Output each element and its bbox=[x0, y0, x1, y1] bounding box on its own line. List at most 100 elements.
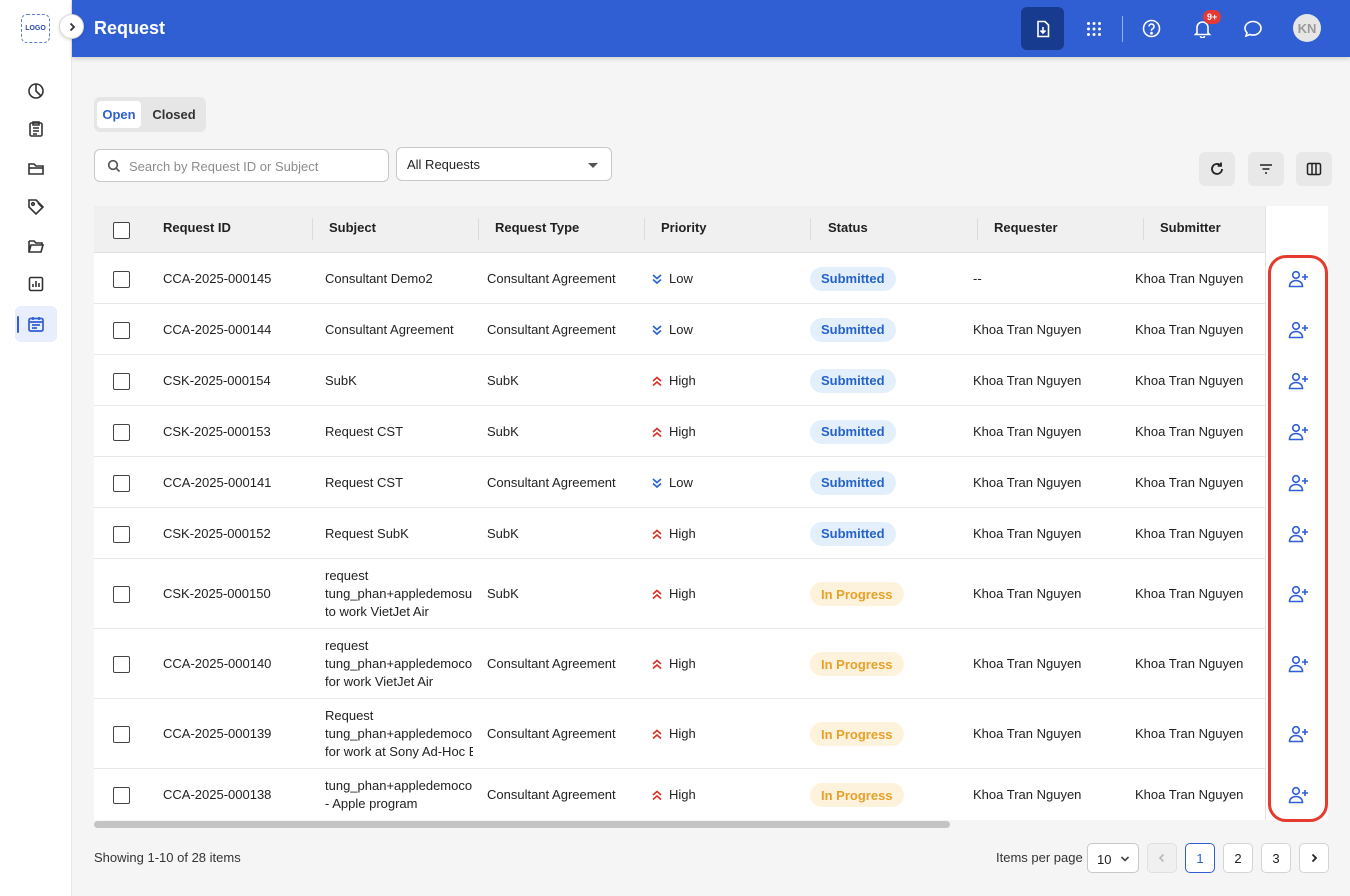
sidebar-item-reports[interactable] bbox=[15, 266, 57, 302]
subject-line: for work at Sony Ad-Hoc Ex bbox=[325, 744, 473, 759]
table-row[interactable]: CSK-2025-000152 Request SubK SubK High Submi… bbox=[94, 508, 1265, 559]
assign-user-button[interactable] bbox=[1286, 783, 1310, 807]
assign-user-button[interactable] bbox=[1286, 522, 1310, 546]
requester-cell: Khoa Tran Nguyen bbox=[973, 787, 1082, 802]
row-checkbox[interactable] bbox=[113, 787, 130, 804]
assign-user-button[interactable] bbox=[1286, 369, 1310, 393]
page-3-button[interactable]: 3 bbox=[1261, 843, 1291, 873]
row-checkbox[interactable] bbox=[113, 372, 130, 390]
row-checkbox[interactable] bbox=[113, 525, 130, 543]
column-header-requester[interactable]: Requester bbox=[994, 220, 1058, 235]
priority-low-icon bbox=[652, 273, 662, 284]
priority-label: Low bbox=[669, 474, 693, 490]
next-page-button[interactable] bbox=[1299, 843, 1329, 873]
column-separator bbox=[977, 218, 978, 240]
assign-user-button[interactable] bbox=[1286, 420, 1310, 444]
row-checkbox[interactable] bbox=[113, 586, 130, 603]
priority-cell: High bbox=[651, 372, 696, 390]
table-row[interactable]: CSK-2025-000154 SubK SubK High Submitted Khoa… bbox=[94, 355, 1265, 406]
table-row[interactable]: CCA-2025-000138 tung_phan+appledemocon - A… bbox=[94, 769, 1265, 820]
download-button[interactable] bbox=[1021, 7, 1064, 50]
table-row[interactable]: CCA-2025-000144 Consultant Agreement Consu… bbox=[94, 304, 1265, 355]
priority-high-icon bbox=[652, 528, 662, 539]
subject-line: to work VietJet Air bbox=[325, 604, 429, 619]
add-user-icon bbox=[1288, 270, 1308, 287]
requester-cell: Khoa Tran Nguyen bbox=[973, 726, 1082, 741]
priority-label: High bbox=[669, 787, 696, 802]
request-filter-select[interactable]: All Requests bbox=[396, 147, 612, 181]
column-header-subject[interactable]: Subject bbox=[329, 220, 376, 235]
column-header-request-id[interactable]: Request ID bbox=[163, 220, 231, 235]
status-badge: Submitted bbox=[810, 521, 896, 546]
column-header-priority[interactable]: Priority bbox=[661, 220, 707, 235]
assign-user-button[interactable] bbox=[1286, 471, 1310, 495]
filter-icon bbox=[1260, 164, 1272, 174]
header-divider bbox=[1122, 16, 1123, 42]
assign-user-button[interactable] bbox=[1286, 652, 1310, 676]
page-1-button[interactable]: 1 bbox=[1185, 843, 1215, 873]
column-header-submitter[interactable]: Submitter bbox=[1160, 220, 1221, 235]
status-badge: In Progress bbox=[810, 722, 904, 746]
chevron-right-icon bbox=[1311, 853, 1318, 863]
row-checkbox[interactable] bbox=[113, 474, 130, 492]
apps-button[interactable] bbox=[1072, 7, 1115, 50]
sidebar-expand-button[interactable] bbox=[59, 14, 84, 39]
table-row[interactable]: CSK-2025-000150 request tung_phan+appledem… bbox=[94, 559, 1265, 629]
status-badge: In Progress bbox=[810, 783, 904, 807]
column-header-request-type[interactable]: Request Type bbox=[495, 220, 579, 235]
refresh-icon bbox=[1211, 162, 1223, 175]
sidebar-item-tags[interactable] bbox=[15, 189, 57, 225]
chevron-right-icon bbox=[69, 22, 75, 31]
sidebar-item-documents[interactable] bbox=[15, 150, 57, 186]
row-checkbox[interactable] bbox=[113, 321, 130, 339]
assign-user-button[interactable] bbox=[1286, 582, 1310, 606]
caret-down-icon bbox=[588, 163, 598, 168]
help-icon bbox=[1142, 19, 1161, 38]
search-icon bbox=[107, 159, 121, 173]
priority-label: Low bbox=[669, 270, 693, 286]
assign-user-button[interactable] bbox=[1286, 318, 1310, 342]
filter-button[interactable] bbox=[1248, 152, 1284, 186]
sidebar-item-requests-list[interactable] bbox=[15, 111, 57, 147]
status-badge: In Progress bbox=[810, 652, 904, 676]
row-checkbox[interactable] bbox=[113, 270, 130, 288]
table-row[interactable]: CCA-2025-000145 Consultant Demo2 Consultan… bbox=[94, 253, 1265, 304]
horizontal-scrollbar[interactable] bbox=[94, 821, 950, 828]
prev-page-button[interactable] bbox=[1147, 843, 1177, 873]
assign-user-button[interactable] bbox=[1286, 267, 1310, 291]
row-checkbox[interactable] bbox=[113, 726, 130, 743]
search-input[interactable] bbox=[129, 157, 379, 175]
submitter-cell: Khoa Tran Nguyen bbox=[1135, 270, 1244, 286]
chat-button[interactable] bbox=[1231, 7, 1274, 50]
request-id-cell: CCA-2025-000145 bbox=[163, 270, 272, 286]
sidebar-item-request[interactable] bbox=[15, 306, 57, 342]
notification-badge: 9+ bbox=[1203, 10, 1222, 24]
sidebar-item-dashboard[interactable] bbox=[15, 73, 57, 109]
priority-high-icon bbox=[652, 426, 662, 437]
priority-label: High bbox=[669, 656, 696, 671]
requester-cell: Khoa Tran Nguyen bbox=[973, 423, 1082, 439]
submitter-cell: Khoa Tran Nguyen bbox=[1135, 372, 1244, 388]
table-row[interactable]: CCA-2025-000140 request tung_phan+appledem… bbox=[94, 629, 1265, 699]
tab-open[interactable]: Open bbox=[97, 101, 141, 128]
notifications-button[interactable]: 9+ bbox=[1181, 7, 1224, 50]
sidebar-item-folders[interactable] bbox=[15, 228, 57, 264]
row-checkbox[interactable] bbox=[113, 423, 130, 441]
table-row[interactable]: CCA-2025-000141 Request CST Consultant Agr… bbox=[94, 457, 1265, 508]
priority-cell: Low bbox=[651, 474, 693, 492]
download-icon bbox=[1036, 20, 1049, 37]
assign-user-button[interactable] bbox=[1286, 722, 1310, 746]
row-checkbox[interactable] bbox=[113, 656, 130, 673]
items-per-page-select[interactable]: 10 bbox=[1087, 843, 1139, 873]
refresh-button[interactable] bbox=[1199, 152, 1235, 186]
tab-closed[interactable]: Closed bbox=[145, 101, 203, 128]
help-button[interactable] bbox=[1130, 7, 1173, 50]
priority-low-icon bbox=[652, 324, 662, 335]
table-row[interactable]: CCA-2025-000139 Request tung_phan+appledem… bbox=[94, 699, 1265, 769]
table-row[interactable]: CSK-2025-000153 Request CST SubK High Submit… bbox=[94, 406, 1265, 457]
columns-button[interactable] bbox=[1296, 152, 1332, 186]
user-avatar[interactable]: KN bbox=[1293, 14, 1321, 42]
page-2-button[interactable]: 2 bbox=[1223, 843, 1253, 873]
column-header-status[interactable]: Status bbox=[828, 220, 868, 235]
select-all-checkbox[interactable] bbox=[113, 222, 130, 239]
